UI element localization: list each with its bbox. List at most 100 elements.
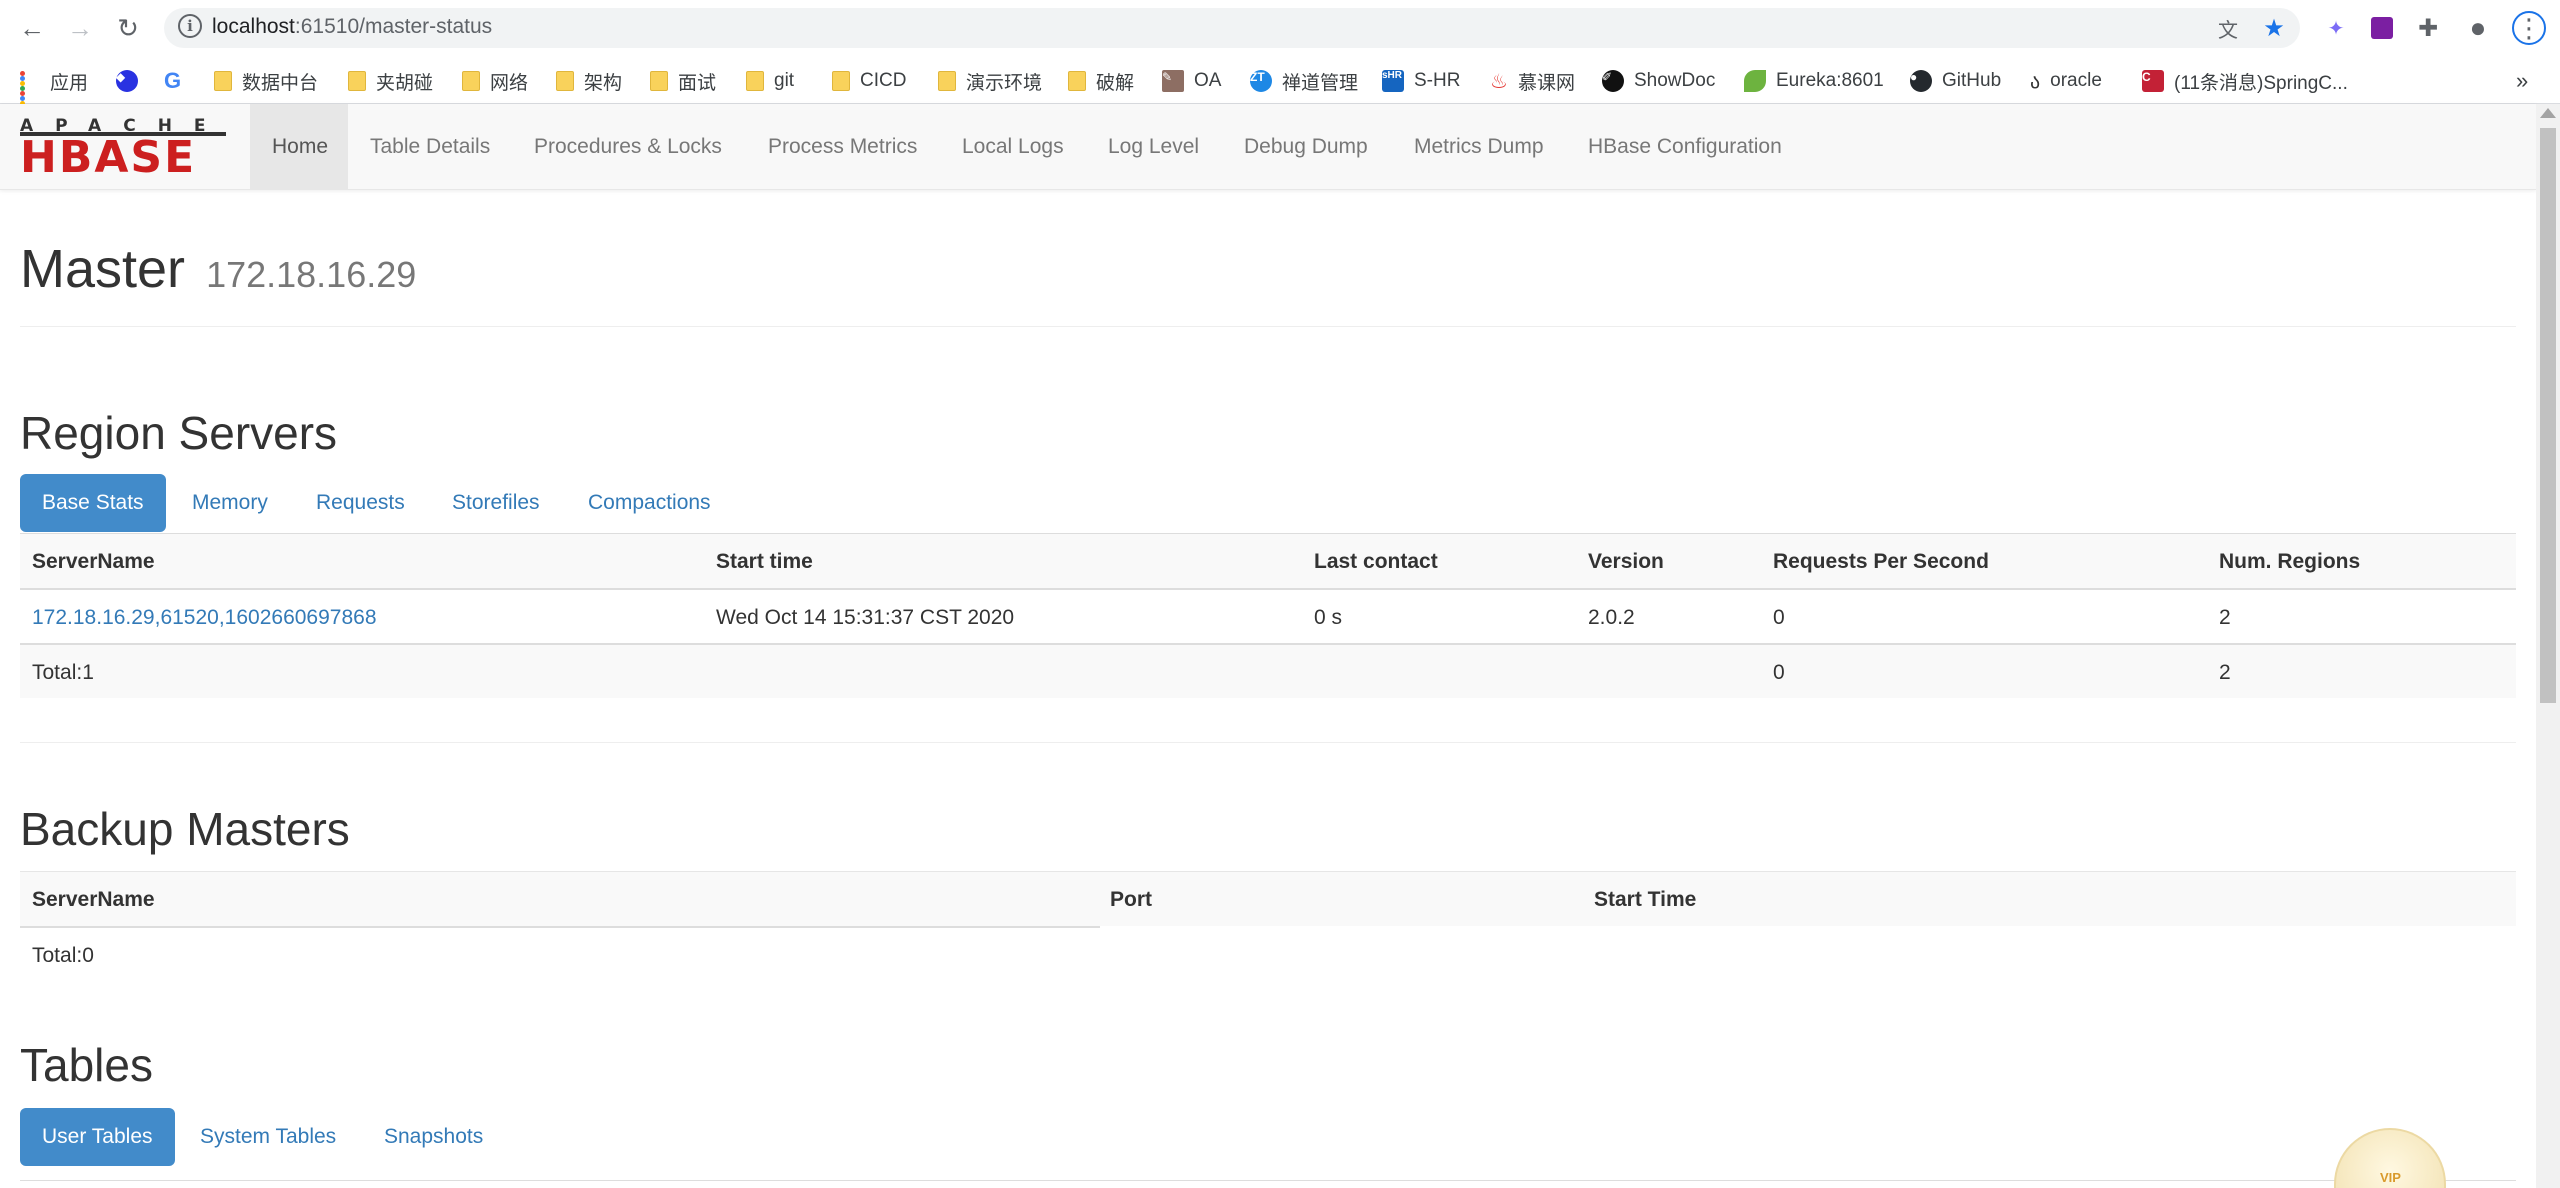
table-row: 172.18.16.29,61520,1602660697868 Wed Oct… — [20, 588, 2516, 643]
tab-memory[interactable]: Memory — [170, 474, 290, 532]
url-text[interactable]: localhost:61510/master-status — [212, 15, 492, 39]
bookmarks-bar: 应用 ◆ G 数据中台 夹胡碰 网络 架构 面试 git CICD 演示环境 破… — [0, 58, 2560, 116]
github-icon: ● — [1910, 70, 1932, 92]
last-contact-cell: 0 s — [1314, 605, 1343, 629]
bookmark-label: (11条消息)SpringC... — [2174, 72, 2348, 94]
bookmark-showdoc[interactable]: ✐ ShowDoc — [1602, 58, 1715, 104]
extension-feather-icon[interactable]: ✦ — [2320, 12, 2352, 44]
bookmark-baidu[interactable]: ◆ — [116, 58, 148, 104]
start-time-cell: Wed Oct 14 15:31:37 CST 2020 — [716, 605, 1015, 629]
shr-icon: sHR — [1382, 70, 1404, 92]
translate-icon[interactable]: 文 — [2212, 12, 2244, 44]
bookmark-label: GitHub — [1942, 70, 2002, 91]
nav-hbase-configuration[interactable]: HBase Configuration — [1566, 104, 1804, 190]
bookmark-label: 架构 — [584, 72, 623, 94]
folder-icon — [938, 71, 956, 91]
bookmark-csdn[interactable]: C (11条消息)SpringC... — [2142, 58, 2348, 104]
bookmark-folder[interactable]: git — [746, 58, 794, 104]
bookmark-google[interactable]: G — [164, 58, 191, 104]
folder-icon — [746, 71, 764, 91]
version-cell: 2.0.2 — [1588, 605, 1635, 629]
back-arrow-icon[interactable]: ← — [12, 12, 52, 44]
bookmark-folder[interactable]: CICD — [832, 58, 906, 104]
bookmark-zentao[interactable]: ZT 禅道管理 — [1250, 58, 1358, 104]
tab-compactions[interactable]: Compactions — [566, 474, 733, 532]
bookmark-oa[interactable]: ✎ OA — [1162, 58, 1221, 104]
regions-cell: 2 — [2219, 605, 2231, 629]
bookmark-imooc[interactable]: ♨ 慕课网 — [1490, 58, 1575, 104]
nav-metrics-dump[interactable]: Metrics Dump — [1392, 104, 1566, 190]
reload-icon[interactable]: ↻ — [108, 12, 148, 44]
oracle-icon: ა — [2030, 70, 2041, 93]
scrollbar-thumb[interactable] — [2540, 128, 2556, 703]
bookmark-apps[interactable]: 应用 — [20, 58, 88, 116]
bookmark-folder[interactable]: 数据中台 — [214, 58, 318, 104]
tab-user-tables[interactable]: User Tables — [20, 1108, 175, 1166]
total-requests: 0 — [1773, 660, 1785, 684]
bookmark-label: 演示环境 — [966, 72, 1043, 94]
divider — [20, 742, 2516, 743]
profile-avatar-icon[interactable]: ● — [2462, 12, 2494, 44]
extensions-puzzle-icon[interactable]: ✚ — [2412, 12, 2444, 44]
column-header: Port — [1110, 887, 1152, 911]
nav-process-metrics[interactable]: Process Metrics — [746, 104, 939, 190]
bookmark-label: git — [774, 70, 795, 91]
tab-system-tables[interactable]: System Tables — [178, 1108, 358, 1166]
table-header-row: ServerName Start time Last contact Versi… — [20, 533, 2516, 588]
server-name-link[interactable]: 172.18.16.29,61520,1602660697868 — [32, 606, 377, 630]
column-header: Requests Per Second — [1773, 549, 1989, 573]
nav-log-level[interactable]: Log Level — [1086, 104, 1221, 190]
tab-storefiles[interactable]: Storefiles — [430, 474, 562, 532]
bookmark-label: oracle — [2050, 70, 2102, 91]
vip-badge-label: VIP — [2380, 1170, 2401, 1185]
bookmark-label: CICD — [860, 70, 907, 91]
divider — [20, 326, 2516, 327]
tab-base-stats[interactable]: Base Stats — [20, 474, 166, 532]
bookmark-folder[interactable]: 面试 — [650, 58, 716, 104]
nav-procedures-locks[interactable]: Procedures & Locks — [512, 104, 744, 190]
forward-arrow-icon[interactable]: → — [60, 12, 100, 44]
bookmark-star-icon[interactable]: ★ — [2258, 12, 2290, 44]
vip-badge[interactable]: VIP — [2334, 1128, 2446, 1188]
scroll-up-arrow-icon[interactable] — [2540, 108, 2556, 118]
apps-grid-icon — [20, 71, 40, 116]
hbase-logo[interactable]: APACHE HBASE — [20, 116, 226, 180]
bookmark-folder[interactable]: 网络 — [462, 58, 528, 104]
more-chevron-icon: » — [2516, 68, 2529, 93]
server-name-cell[interactable]: 172.18.16.29,61520,1602660697868 — [32, 590, 377, 645]
bookmark-folder[interactable]: 破解 — [1068, 58, 1134, 104]
folder-icon — [214, 71, 232, 91]
folder-icon — [1068, 71, 1086, 91]
bookmark-folder[interactable]: 演示环境 — [938, 58, 1042, 104]
site-info-icon[interactable]: i — [178, 14, 202, 38]
bookmark-folder[interactable]: 架构 — [556, 58, 622, 104]
bookmark-shr[interactable]: sHR S-HR — [1382, 58, 1460, 104]
table-total-row: Total:1 0 2 — [20, 643, 2516, 698]
nav-local-logs[interactable]: Local Logs — [940, 104, 1086, 190]
total-label: Total:0 — [32, 943, 94, 967]
hbase-navbar: APACHE HBASE Home Table Details Procedur… — [0, 104, 2536, 190]
column-header: Last contact — [1314, 549, 1438, 573]
nav-debug-dump[interactable]: Debug Dump — [1222, 104, 1390, 190]
tab-snapshots[interactable]: Snapshots — [362, 1108, 505, 1166]
nav-table-details[interactable]: Table Details — [348, 104, 512, 190]
bookmark-oracle[interactable]: ა oracle — [2030, 58, 2102, 104]
bookmark-label: 夹胡碰 — [376, 72, 434, 94]
nav-home[interactable]: Home — [250, 104, 348, 190]
extension-rp-icon[interactable] — [2366, 12, 2398, 44]
bookmark-label: 破解 — [1096, 72, 1135, 94]
bookmark-folder[interactable]: 夹胡碰 — [348, 58, 433, 104]
folder-icon — [348, 71, 366, 91]
folder-icon — [462, 71, 480, 91]
bookmarks-more[interactable]: » — [2516, 58, 2528, 104]
bookmark-github[interactable]: ● GitHub — [1910, 58, 2001, 104]
folder-icon — [832, 71, 850, 91]
master-host: 172.18.16.29 — [206, 254, 417, 295]
logo-hbase-text: HBASE — [20, 132, 197, 183]
menu-kebab-icon[interactable]: ⋮ — [2512, 11, 2546, 45]
bookmark-label: 禅道管理 — [1282, 72, 1359, 94]
region-servers-heading: Region Servers — [20, 407, 338, 459]
bookmark-eureka[interactable]: Eureka:8601 — [1744, 58, 1884, 104]
tab-requests[interactable]: Requests — [294, 474, 427, 532]
page-title: Master 172.18.16.29 — [20, 238, 416, 300]
